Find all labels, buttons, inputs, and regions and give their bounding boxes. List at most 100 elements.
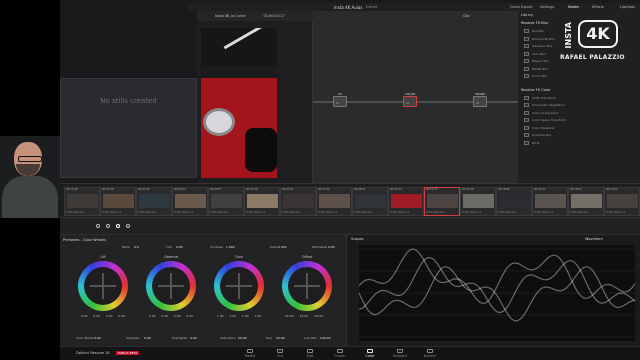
wheel-values: 25.00 25.00 25.00: [282, 314, 332, 318]
pivot-value[interactable]: 0.435: [278, 245, 287, 249]
wheel-value[interactable]: 25.00: [285, 314, 294, 318]
node-sharp[interactable]: SHARP 03: [473, 92, 487, 107]
hue-value[interactable]: 50.00: [276, 336, 285, 340]
library-item-color[interactable]: Chromatic Adaptation: [524, 102, 636, 109]
wheel-value[interactable]: 0.00: [174, 314, 181, 318]
webcam-overlay: [0, 136, 60, 218]
wheel-value[interactable]: 0.00: [149, 314, 156, 318]
wheel-value[interactable]: 0.00: [93, 314, 100, 318]
temp-value[interactable]: 0.0: [134, 245, 139, 249]
color-boost-value[interactable]: 0.00: [94, 336, 101, 340]
fx-icon: [524, 66, 529, 71]
scope-mode-select[interactable]: Waveform: [585, 237, 603, 241]
camera-raw-icon[interactable]: [96, 224, 100, 228]
page-tab-media[interactable]: Media: [238, 349, 262, 358]
node-editor[interactable]: Clip 01 01 COLOR 02 SHARP 03: [313, 11, 518, 183]
timeline-clip[interactable]: 00:11:08 H.264 High L5.1: [64, 187, 100, 216]
clip-codec: H.264 High L5.1: [246, 211, 266, 214]
wheel-value[interactable]: 1.00: [229, 314, 236, 318]
color-wheel-gamma[interactable]: [146, 261, 196, 311]
clip-thumbnail: [211, 194, 242, 208]
tint-value[interactable]: 0.00: [176, 245, 183, 249]
node-01[interactable]: 01 01: [333, 92, 347, 107]
wheel-crosshair: [90, 285, 116, 287]
viewer-clip-name[interactable]: Insta 4K_ia Curve: [215, 14, 246, 18]
stills-gallery[interactable]: No stills created: [60, 78, 197, 178]
wheel-value[interactable]: 25.00: [300, 314, 309, 318]
library-item-label: Chromatic Adaptation: [532, 103, 565, 108]
library-item-color[interactable]: Color Compressor: [524, 110, 636, 117]
timeline-clip[interactable]: 00:12:19 H.264 High L5.1: [244, 187, 280, 216]
library-item-label: Color Space Transform: [532, 118, 566, 123]
page-tab-deliver[interactable]: Deliver: [418, 349, 442, 358]
library-tab[interactable]: Library: [518, 11, 640, 19]
timeline-clip[interactable]: 00:12:17 H.264 High L5.1: [424, 187, 460, 216]
library-section-color[interactable]: Resolve FX Color: [518, 86, 640, 94]
timeline-clip[interactable]: 00:18:04 H.264 High L5.1: [568, 187, 604, 216]
color-wheel-gain[interactable]: [214, 261, 264, 311]
wheel-value[interactable]: 1.00: [242, 314, 249, 318]
clip-timecode: 00:50:04: [174, 188, 186, 191]
stills-empty-text: No stills created: [100, 97, 157, 105]
timeline-clip[interactable]: 00:16:06 H.264 High L5.1: [496, 187, 532, 216]
page-tab-fairlight[interactable]: Fairlight: [388, 349, 412, 358]
fx-icon: [524, 51, 529, 56]
library-item-color[interactable]: Color Space Transform: [524, 117, 636, 124]
saturation-value[interactable]: 50.00: [238, 336, 247, 340]
fx-icon: [524, 133, 529, 138]
clip-thumbnail: [463, 194, 494, 208]
middetail-value[interactable]: 0.00: [328, 245, 335, 249]
hdr-icon[interactable]: [126, 224, 130, 228]
page-tab-cut[interactable]: Cut: [268, 349, 292, 358]
library-item-color[interactable]: DCTL: [524, 140, 636, 147]
lightbox-button[interactable]: Lightbox: [620, 5, 635, 9]
contrast-value[interactable]: 1.000: [226, 245, 235, 249]
timeline-clip[interactable]: 00:03:21 H.264 High L5.1: [280, 187, 316, 216]
node-color[interactable]: COLOR 02: [403, 92, 417, 107]
timeline-clip[interactable]: 00:09:07 H.264 High L5.1: [208, 187, 244, 216]
page-tab-edit[interactable]: Edit: [298, 349, 322, 358]
color-match-icon[interactable]: [106, 224, 110, 228]
wheel-value[interactable]: 0.00: [118, 314, 125, 318]
page-tab-color[interactable]: Color: [358, 349, 382, 358]
node-label: 01: [338, 92, 342, 96]
color-wheels-icon[interactable]: [116, 224, 120, 228]
wheel-value[interactable]: 25.00: [314, 314, 323, 318]
timeline-clip[interactable]: 00:42:08 H.264 High L5.1: [460, 187, 496, 216]
timeline-clip[interactable]: 00:41:06 H.264 High L5.1: [136, 187, 172, 216]
wheel-value[interactable]: 1.00: [217, 314, 224, 318]
shadows-value[interactable]: 0.00: [144, 336, 151, 340]
wheel-value[interactable]: 0.00: [161, 314, 168, 318]
color-wheel-lift[interactable]: [78, 261, 128, 311]
library-item-label: DCTL: [532, 140, 540, 145]
clip-thumbnail: [427, 194, 458, 208]
timeline-clip[interactable]: 00:22:18 H.264 High L5.1: [100, 187, 136, 216]
project-status: Edited: [366, 5, 378, 9]
library-item-color[interactable]: ACES Transform: [524, 95, 636, 102]
settings-button[interactable]: Settings: [540, 5, 554, 9]
timeline-clip[interactable]: 00:14:20 H.264 High L5.1: [316, 187, 352, 216]
timeline-clip[interactable]: 00:53:23 H.264 High L5.1: [388, 187, 424, 216]
timeline-clip[interactable]: 00:10:02 H.264 High L5.1: [604, 187, 640, 216]
lum-mix-value[interactable]: 100.00: [320, 336, 331, 340]
library-item-color[interactable]: Color Stabilizer: [524, 125, 636, 132]
wheel-value[interactable]: 0.00: [81, 314, 88, 318]
quick-export-button[interactable]: Quick Export: [510, 5, 532, 9]
highlights-value[interactable]: 0.00: [190, 336, 197, 340]
timeline-clip[interactable]: 00:50:04 H.264 High L5.1: [172, 187, 208, 216]
fx-icon: [524, 118, 529, 123]
clip-timecode: 00:09:07: [210, 188, 222, 191]
color-wheel-offset[interactable]: [282, 261, 332, 311]
library-item-color[interactable]: Contrast Pop: [524, 132, 636, 139]
page-tab-fusion[interactable]: Fusion: [328, 349, 352, 358]
wheel-value[interactable]: 0.00: [106, 314, 113, 318]
wheel-value[interactable]: 0.00: [186, 314, 193, 318]
viewer-frame[interactable]: [201, 28, 277, 178]
nodes-button[interactable]: Nodes: [568, 5, 579, 9]
timeline-clip[interactable]: 00:08:21 H.264 High L5.1: [352, 187, 388, 216]
color-boost-label: Color Boost: [76, 336, 94, 340]
timeline-clip[interactable]: 00:05:21 H.264 High L5.1: [532, 187, 568, 216]
effects-button[interactable]: Effects: [592, 5, 604, 9]
wheel-value[interactable]: 1.00: [254, 314, 261, 318]
middetail-label: Mid/Detail: [312, 245, 328, 249]
